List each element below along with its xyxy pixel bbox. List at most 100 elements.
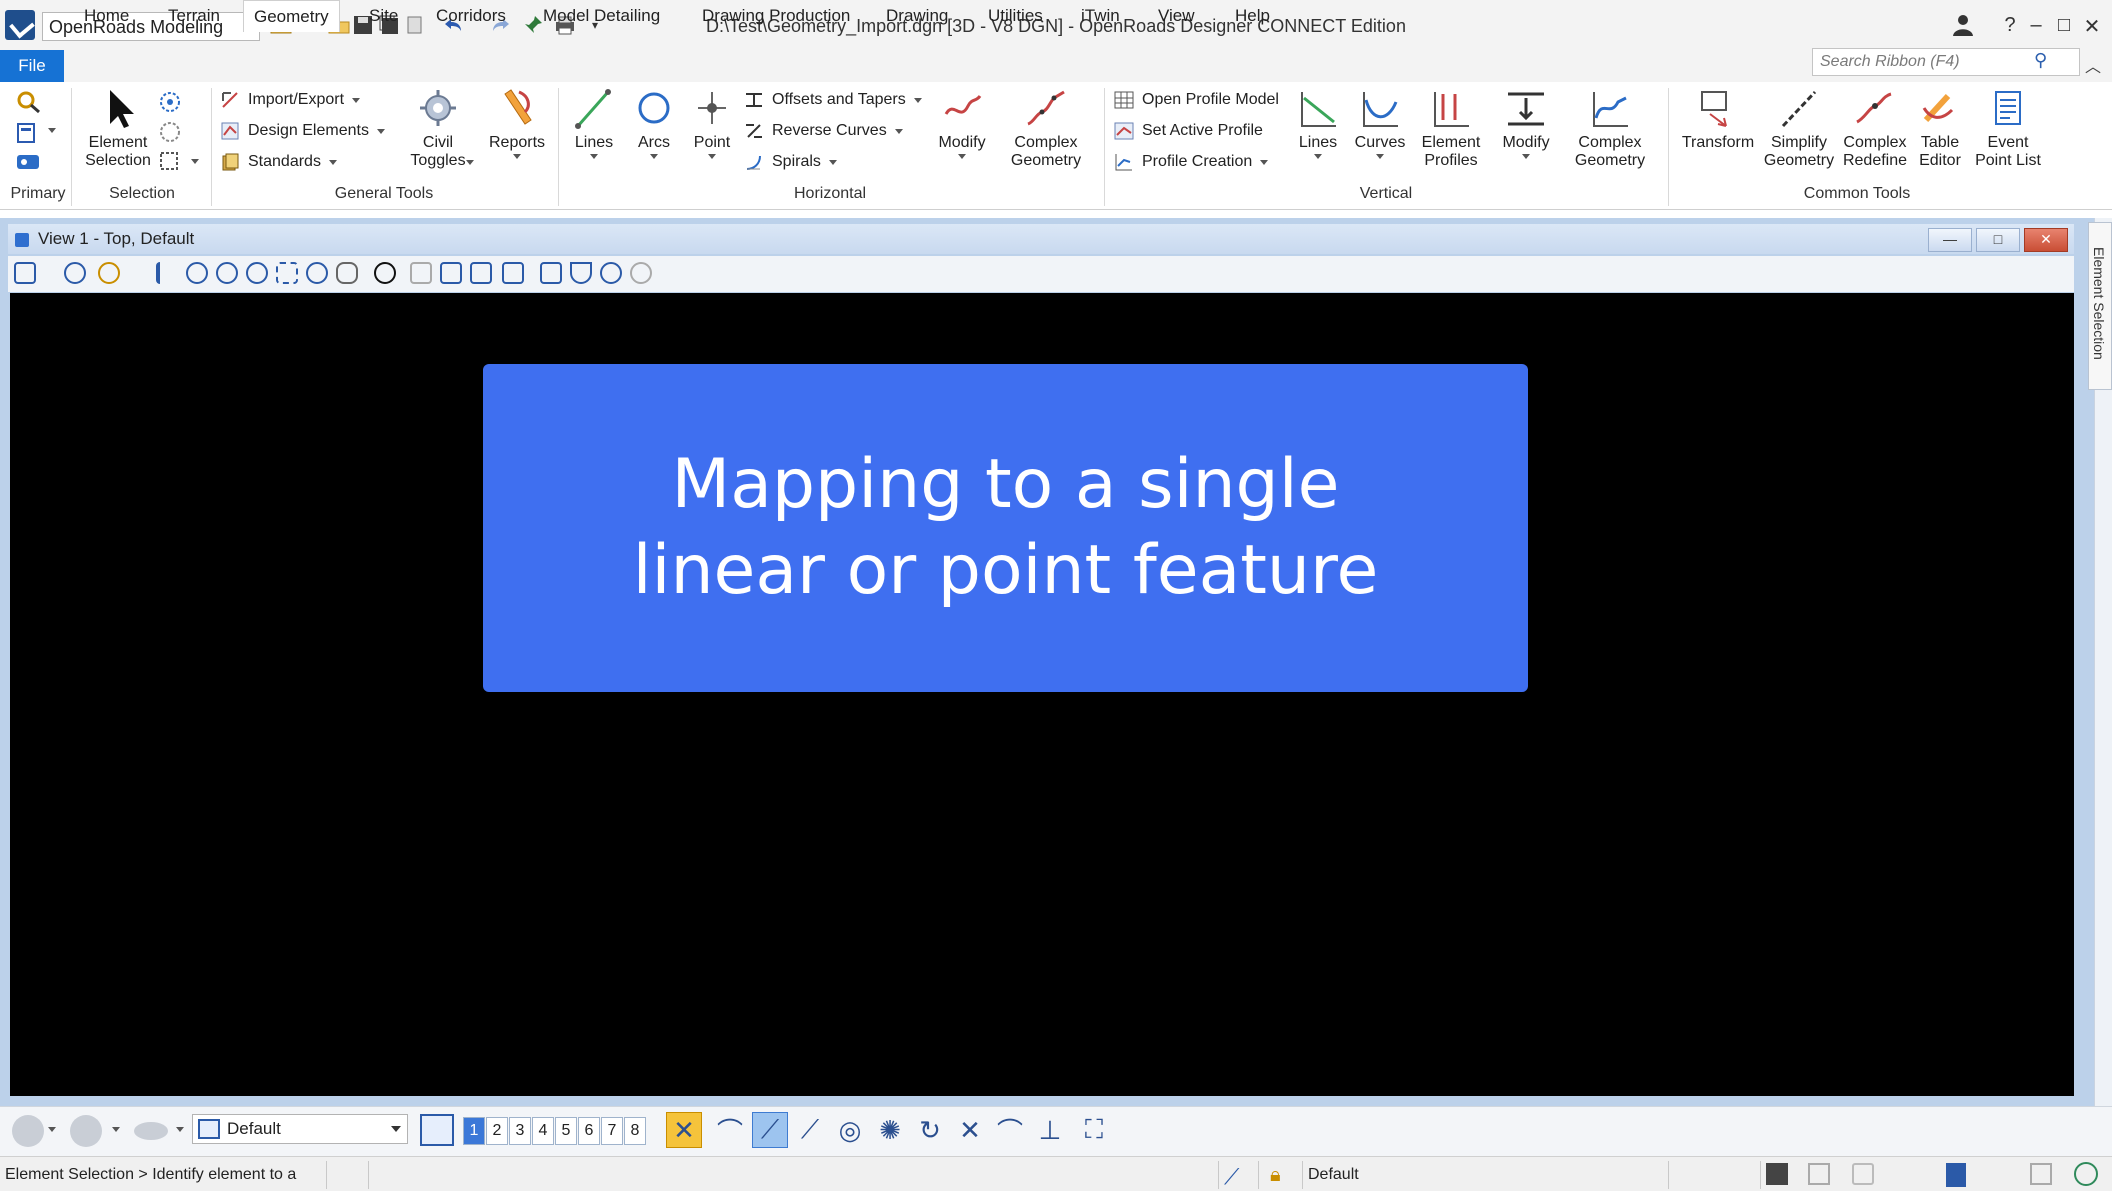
sheet-icon[interactable] [2030,1163,2052,1185]
tab-geometry[interactable]: Geometry [243,0,340,32]
view-minimize-button[interactable]: — [1928,228,1972,252]
open-profile-model-button[interactable]: Open Profile Model [1114,88,1279,112]
select-by-box-icon[interactable] [158,150,182,177]
standards-button[interactable]: Standards [220,150,337,174]
import-export-button[interactable]: Import/Export [220,88,361,112]
user-icon[interactable] [1950,13,1976,37]
snap-origin-icon[interactable]: ✺ [872,1112,908,1148]
copy-view-icon[interactable] [440,262,462,284]
tab-site[interactable]: Site [359,0,408,32]
horizontal-modify-button[interactable]: Modify [930,88,994,159]
explorer-icon[interactable] [16,90,42,119]
window-area-icon[interactable] [246,262,268,284]
active-level[interactable]: Default [1308,1157,1359,1192]
chevron-down-icon[interactable] [48,128,56,133]
profile-creation-button[interactable]: Profile Creation [1114,150,1269,174]
view-toggle-2[interactable]: 2 [486,1117,508,1145]
reports-button[interactable]: Reports [484,88,550,159]
civil-toggles-button[interactable]: Civil Toggles [396,88,480,169]
lock-icon[interactable]: 🔒︎ [1270,1158,1281,1193]
message-center-icon[interactable] [1946,1163,1966,1187]
design-elements-button[interactable]: Design Elements [220,119,385,143]
element-profiles-button[interactable]: Element Profiles [1414,88,1488,170]
view-display-style-icon[interactable] [64,262,86,284]
complex-redefine-button[interactable]: Complex Redefine [1838,88,1912,170]
collapse-ribbon-icon[interactable]: ︿ [2085,53,2101,77]
view-restore-button[interactable]: □ [1976,228,2020,252]
tab-drawing[interactable]: Drawing [876,0,958,32]
save-status-icon[interactable] [1766,1163,1788,1185]
element-selection-button[interactable]: Element Selection [82,88,154,170]
zoom-out-icon[interactable] [216,262,238,284]
walk-icon[interactable] [374,262,396,284]
reverse-curves-button[interactable]: Reverse Curves [744,119,903,143]
back-arrow-icon[interactable] [12,1115,44,1147]
attach-tools-icon[interactable] [16,152,40,177]
transform-button[interactable]: Transform [1676,88,1760,152]
spirals-button[interactable]: Spirals [744,150,837,174]
clip-mask-icon[interactable] [570,262,592,284]
chevron-down-icon[interactable] [191,159,199,164]
rotate-view-icon[interactable] [306,262,328,284]
arcs-button[interactable]: Arcs [628,88,680,159]
view-next-icon[interactable] [502,262,524,284]
view-toggle-8[interactable]: 8 [624,1117,646,1145]
update-view-icon[interactable] [156,262,178,284]
maximize-button[interactable]: □ [2050,14,2078,37]
tab-itwin[interactable]: iTwin [1071,0,1130,32]
search-icon[interactable]: ⚲ [2034,50,2047,71]
previous-view-icon[interactable] [410,262,432,284]
snap-center-icon[interactable]: ◎ [832,1112,868,1148]
snap-tangent-icon[interactable]: ⌒ [992,1112,1028,1148]
snap-keypoint-icon[interactable]: ⌒ [712,1112,748,1148]
view-toggle-4[interactable]: 4 [532,1117,554,1145]
view-groups-dialog-icon[interactable] [420,1114,454,1146]
snap-perpendicular-icon[interactable]: ⊥ [1032,1112,1068,1148]
vertical-lines-button[interactable]: Lines [1292,88,1344,159]
close-button[interactable]: ✕ [2078,14,2106,39]
zoom-in-icon[interactable] [186,262,208,284]
simplify-geometry-button[interactable]: Simplify Geometry [1762,88,1836,170]
horizontal-lines-button[interactable]: Lines [568,88,620,159]
tab-terrain[interactable]: Terrain [158,0,230,32]
properties-icon[interactable] [16,122,38,149]
view-attributes-icon[interactable] [14,262,36,284]
fit-view-icon[interactable] [276,262,298,284]
snap-intersection-icon[interactable]: ✕ [952,1112,988,1148]
home-icon[interactable] [1852,1163,1874,1185]
vertical-modify-button[interactable]: Modify [1494,88,1558,159]
view-toggle-6[interactable]: 6 [578,1117,600,1145]
view-toggle-5[interactable]: 5 [555,1117,577,1145]
chevron-down-icon[interactable] [176,1127,184,1132]
camera-icon[interactable] [600,262,622,284]
chevron-down-icon[interactable] [112,1127,120,1132]
tab-help[interactable]: Help [1225,0,1280,32]
render-icon[interactable] [630,262,652,284]
table-editor-button[interactable]: Table Editor [1912,88,1968,170]
saved-views-icon[interactable] [134,1122,168,1140]
snap-bisector-icon[interactable]: ↻ [912,1112,948,1148]
minimize-button[interactable]: – [2022,14,2050,37]
snap-midpoint-icon[interactable]: ⟋ [792,1112,828,1148]
pan-view-icon[interactable] [336,262,358,284]
tab-file[interactable]: File [0,50,64,82]
chevron-down-icon[interactable] [48,1127,56,1132]
offsets-and-tapers-button[interactable]: Offsets and Tapers [744,88,922,112]
view-toggle-7[interactable]: 7 [601,1117,623,1145]
design-history-icon[interactable] [1808,1163,1830,1185]
event-point-list-button[interactable]: Event Point List [1966,88,2050,170]
tab-utilities[interactable]: Utilities [978,0,1053,32]
point-button[interactable]: Point [686,88,738,159]
element-selection-side-tab[interactable]: Element Selection [2088,222,2112,390]
view-close-button[interactable]: ✕ [2024,228,2068,252]
view-previous-icon[interactable] [470,262,492,284]
select-by-circle-icon[interactable] [158,120,182,149]
tab-home[interactable]: Home [74,0,139,32]
tab-drawing-production[interactable]: Drawing Production [692,0,860,32]
vertical-curves-button[interactable]: Curves [1352,88,1408,159]
tab-model-detailing[interactable]: Model Detailing [533,0,670,32]
set-active-profile-button[interactable]: Set Active Profile [1114,119,1263,143]
clip-volume-icon[interactable] [540,262,562,284]
power-selector-icon[interactable] [158,90,182,119]
snap-off-icon[interactable]: ✕ [666,1112,702,1148]
